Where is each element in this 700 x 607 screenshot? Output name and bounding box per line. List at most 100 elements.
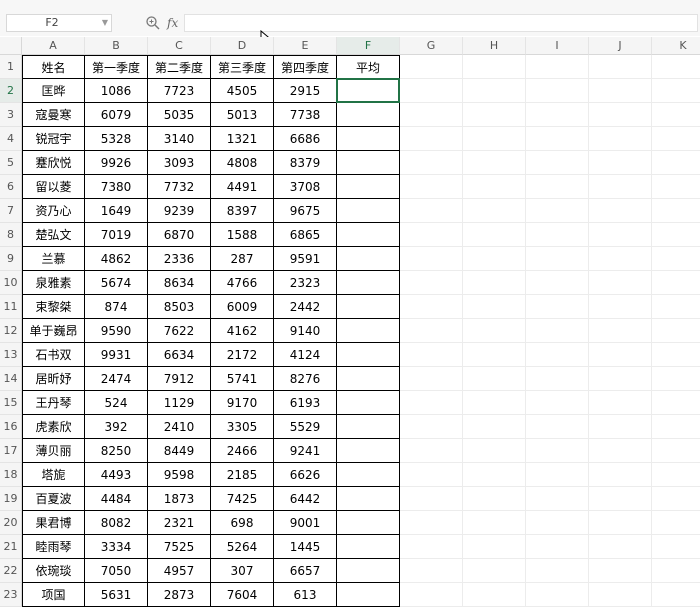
table-cell[interactable]: 287 bbox=[211, 247, 274, 271]
table-cell[interactable] bbox=[337, 487, 400, 511]
grid-cell[interactable] bbox=[526, 559, 589, 583]
grid-cell[interactable] bbox=[526, 367, 589, 391]
grid-cell[interactable] bbox=[652, 175, 700, 199]
table-cell[interactable]: 1321 bbox=[211, 127, 274, 151]
row-header[interactable]: 4 bbox=[0, 127, 22, 151]
grid-cell[interactable] bbox=[463, 463, 526, 487]
grid-cell[interactable] bbox=[589, 319, 652, 343]
table-cell[interactable]: 7723 bbox=[148, 79, 211, 103]
table-cell[interactable]: 3140 bbox=[148, 127, 211, 151]
table-cell[interactable]: 4957 bbox=[148, 559, 211, 583]
table-cell[interactable]: 392 bbox=[85, 415, 148, 439]
table-cell[interactable]: 9926 bbox=[85, 151, 148, 175]
row-header[interactable]: 16 bbox=[0, 415, 22, 439]
table-cell[interactable]: 1649 bbox=[85, 199, 148, 223]
table-cell[interactable] bbox=[337, 415, 400, 439]
grid-cell[interactable] bbox=[526, 343, 589, 367]
grid-cell[interactable] bbox=[652, 559, 700, 583]
table-header-cell[interactable]: 第二季度 bbox=[148, 55, 211, 79]
table-cell[interactable]: 7622 bbox=[148, 319, 211, 343]
grid-cell[interactable] bbox=[526, 439, 589, 463]
grid-cell[interactable] bbox=[463, 535, 526, 559]
grid-cell[interactable] bbox=[400, 559, 463, 583]
column-header-d[interactable]: D bbox=[211, 37, 274, 55]
grid-cell[interactable] bbox=[400, 199, 463, 223]
table-cell[interactable] bbox=[337, 319, 400, 343]
table-cell[interactable]: 4493 bbox=[85, 463, 148, 487]
table-cell[interactable] bbox=[337, 559, 400, 583]
grid-cell[interactable] bbox=[463, 319, 526, 343]
grid-cell[interactable] bbox=[589, 55, 652, 79]
row-header[interactable]: 15 bbox=[0, 391, 22, 415]
grid-cell[interactable] bbox=[526, 127, 589, 151]
grid-cell[interactable] bbox=[400, 271, 463, 295]
fx-icon[interactable]: fx bbox=[167, 14, 178, 32]
grid-cell[interactable] bbox=[652, 367, 700, 391]
table-cell[interactable]: 3093 bbox=[148, 151, 211, 175]
table-cell[interactable]: 3708 bbox=[274, 175, 337, 199]
table-cell[interactable]: 2185 bbox=[211, 463, 274, 487]
table-cell[interactable]: 泉雅素 bbox=[22, 271, 85, 295]
table-cell[interactable]: 2915 bbox=[274, 79, 337, 103]
grid-cell[interactable] bbox=[589, 295, 652, 319]
table-cell[interactable]: 8634 bbox=[148, 271, 211, 295]
grid-cell[interactable] bbox=[463, 295, 526, 319]
table-cell[interactable]: 9001 bbox=[274, 511, 337, 535]
table-cell[interactable]: 楚弘文 bbox=[22, 223, 85, 247]
grid-cell[interactable] bbox=[526, 271, 589, 295]
grid-cell[interactable] bbox=[589, 535, 652, 559]
table-cell[interactable]: 单于巍昂 bbox=[22, 319, 85, 343]
grid-cell[interactable] bbox=[652, 127, 700, 151]
grid-cell[interactable] bbox=[400, 55, 463, 79]
table-cell[interactable]: 7019 bbox=[85, 223, 148, 247]
grid-cell[interactable] bbox=[589, 343, 652, 367]
table-cell[interactable]: 7425 bbox=[211, 487, 274, 511]
table-cell[interactable]: 2873 bbox=[148, 583, 211, 607]
table-cell[interactable] bbox=[337, 127, 400, 151]
grid-cell[interactable] bbox=[652, 463, 700, 487]
table-cell[interactable]: 留以菱 bbox=[22, 175, 85, 199]
table-cell[interactable]: 虎素欣 bbox=[22, 415, 85, 439]
table-cell[interactable]: 524 bbox=[85, 391, 148, 415]
table-cell[interactable] bbox=[337, 535, 400, 559]
table-cell[interactable]: 6009 bbox=[211, 295, 274, 319]
grid-cell[interactable] bbox=[652, 319, 700, 343]
grid-cell[interactable] bbox=[526, 247, 589, 271]
table-cell[interactable]: 蹇欣悦 bbox=[22, 151, 85, 175]
table-cell[interactable]: 4491 bbox=[211, 175, 274, 199]
grid-cell[interactable] bbox=[589, 511, 652, 535]
grid-cell[interactable] bbox=[463, 223, 526, 247]
table-header-cell[interactable]: 平均 bbox=[337, 55, 400, 79]
grid-cell[interactable] bbox=[652, 271, 700, 295]
row-header[interactable]: 17 bbox=[0, 439, 22, 463]
table-cell[interactable]: 1129 bbox=[148, 391, 211, 415]
table-cell[interactable]: 7525 bbox=[148, 535, 211, 559]
grid-cell[interactable] bbox=[526, 79, 589, 103]
grid-cell[interactable] bbox=[526, 175, 589, 199]
table-cell[interactable]: 7738 bbox=[274, 103, 337, 127]
grid-cell[interactable] bbox=[589, 175, 652, 199]
row-header[interactable]: 13 bbox=[0, 343, 22, 367]
table-cell[interactable]: 6657 bbox=[274, 559, 337, 583]
table-cell[interactable] bbox=[337, 151, 400, 175]
table-cell[interactable]: 薄贝丽 bbox=[22, 439, 85, 463]
chevron-down-icon[interactable]: ▼ bbox=[102, 15, 108, 31]
grid-cell[interactable] bbox=[652, 391, 700, 415]
grid-cell[interactable] bbox=[400, 439, 463, 463]
table-cell[interactable]: 9239 bbox=[148, 199, 211, 223]
column-header-f[interactable]: F bbox=[337, 37, 400, 55]
table-cell[interactable]: 1086 bbox=[85, 79, 148, 103]
grid-cell[interactable] bbox=[400, 511, 463, 535]
table-cell[interactable]: 依琬琰 bbox=[22, 559, 85, 583]
column-header-i[interactable]: I bbox=[526, 37, 589, 55]
table-cell[interactable]: 9931 bbox=[85, 343, 148, 367]
row-header[interactable]: 3 bbox=[0, 103, 22, 127]
grid-cell[interactable] bbox=[589, 103, 652, 127]
grid-cell[interactable] bbox=[652, 511, 700, 535]
grid-cell[interactable] bbox=[400, 535, 463, 559]
grid-cell[interactable] bbox=[463, 151, 526, 175]
grid-cell[interactable] bbox=[463, 391, 526, 415]
table-cell[interactable]: 塔旎 bbox=[22, 463, 85, 487]
grid-cell[interactable] bbox=[400, 583, 463, 607]
table-cell[interactable] bbox=[337, 343, 400, 367]
